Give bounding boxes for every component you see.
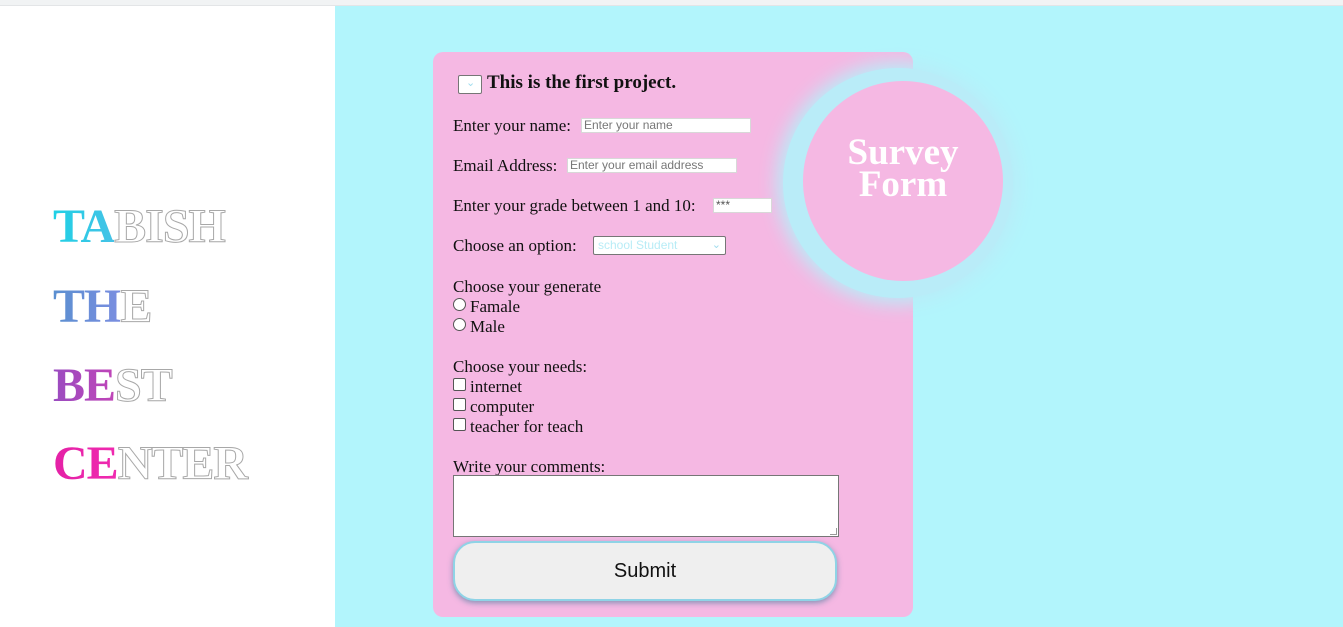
grade-input[interactable]: *** bbox=[713, 198, 772, 213]
gender-radio-famale[interactable] bbox=[453, 298, 466, 311]
brand-outline: BISH bbox=[114, 200, 227, 253]
option-label: Choose an option: bbox=[453, 236, 577, 255]
brand-word-center: CENTER bbox=[53, 437, 249, 490]
brand-word-the: THE bbox=[53, 280, 153, 333]
gender-label: Choose your generate bbox=[453, 277, 602, 296]
brand-highlight: TH bbox=[53, 280, 121, 333]
needs-checkbox-computer[interactable] bbox=[453, 398, 466, 411]
needs-option-label: internet bbox=[470, 377, 522, 396]
option-select[interactable]: school Student ⌄ bbox=[593, 236, 726, 255]
brand-word-tabish: TABISH bbox=[53, 200, 227, 253]
heading-select[interactable]: ⌄ bbox=[458, 75, 482, 94]
gender-radio-male[interactable] bbox=[453, 318, 466, 331]
badge-line-2: Form bbox=[858, 164, 948, 205]
needs-option-label: teacher for teach bbox=[470, 417, 584, 436]
survey-badge-title: Survey Form bbox=[803, 134, 1003, 205]
chevron-down-icon: ⌄ bbox=[466, 76, 476, 89]
needs-checkbox-internet[interactable] bbox=[453, 378, 466, 391]
email-input[interactable]: Enter your email address bbox=[567, 158, 737, 173]
option-selected-value: school Student bbox=[598, 238, 678, 252]
brand-highlight: TA bbox=[53, 200, 115, 253]
brand-outline: ST bbox=[115, 359, 174, 412]
name-label: Enter your name: bbox=[453, 116, 572, 135]
comments-label: Write your comments: bbox=[453, 457, 606, 476]
grade-label: Enter your grade between 1 and 10: bbox=[453, 196, 696, 215]
gender-option-label: Male bbox=[470, 317, 505, 336]
submit-button[interactable]: Submit bbox=[453, 541, 837, 601]
brand-outline: NTER bbox=[117, 437, 248, 490]
brand-highlight: CE bbox=[53, 437, 119, 490]
brand-highlight: BE bbox=[53, 359, 116, 412]
email-label: Email Address: bbox=[453, 156, 558, 175]
brand-word-best: BEST bbox=[53, 359, 174, 412]
resize-handle-icon[interactable] bbox=[830, 528, 837, 535]
needs-label: Choose your needs: bbox=[453, 357, 588, 376]
name-input[interactable]: Enter your name bbox=[581, 118, 751, 133]
left-panel bbox=[0, 6, 335, 627]
comments-textarea[interactable] bbox=[453, 475, 839, 537]
chevron-down-icon: ⌄ bbox=[711, 239, 721, 251]
gender-option-label: Famale bbox=[470, 297, 521, 316]
needs-option-label: computer bbox=[470, 397, 535, 416]
form-heading: This is the first project. bbox=[487, 72, 677, 93]
needs-checkbox-teacher[interactable] bbox=[453, 418, 466, 431]
brand-outline: E bbox=[120, 280, 153, 333]
